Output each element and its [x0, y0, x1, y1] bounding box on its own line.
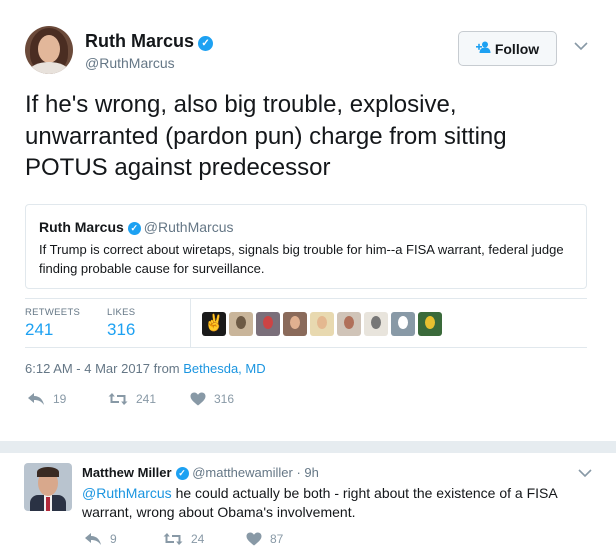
reply-mention-link[interactable]: @RuthMarcus [82, 485, 172, 501]
retweets-value: 241 [25, 320, 54, 339]
reply-tweet[interactable]: Matthew Miller ✓ @matthewamiller · 9h @Ru… [0, 453, 616, 560]
reply-count: 19 [53, 392, 67, 406]
main-tweet: Ruth Marcus ✓ @RuthMarcus Follow If he's … [0, 0, 616, 441]
verified-badge-icon: ✓ [198, 36, 214, 51]
heart-icon [190, 392, 206, 406]
reply-time[interactable]: 9h [304, 465, 318, 480]
reply-tweet-like-count: 87 [270, 532, 284, 546]
reply-author-handle[interactable]: @matthewamiller [192, 465, 293, 480]
tweet-timestamp: 6:12 AM - 4 Mar 2017 from Bethesda, MD [25, 361, 266, 376]
follow-button[interactable]: Follow [458, 31, 557, 66]
woman-avatar-1[interactable] [283, 312, 307, 336]
timestamp-text[interactable]: 6:12 AM - 4 Mar 2017 from [25, 361, 180, 376]
retweets-stat[interactable]: RETWEETS 241 [25, 307, 80, 340]
default-egg-avatar[interactable] [391, 312, 415, 336]
likes-label: LIKES [107, 307, 136, 318]
reply-tweet-retweet-count: 24 [191, 532, 205, 546]
verified-badge-icon: ✓ [175, 467, 189, 480]
stats-divider [190, 299, 191, 347]
cat-avatar[interactable] [229, 312, 253, 336]
verified-badge-icon: ✓ [127, 222, 141, 235]
timeline-separator [0, 441, 616, 453]
author-handle[interactable]: @RuthMarcus [85, 55, 175, 71]
woman-avatar-3[interactable] [337, 312, 361, 336]
retweets-label: RETWEETS [25, 307, 81, 318]
location-link[interactable]: Bethesda, MD [183, 361, 265, 376]
retweet-icon [163, 532, 183, 546]
quoted-author-name: Ruth Marcus [39, 219, 124, 235]
chevron-down-icon[interactable] [578, 465, 592, 481]
retweet-icon [108, 392, 128, 406]
follow-button-label: Follow [494, 40, 540, 57]
likes-value: 316 [107, 320, 136, 339]
like-count: 316 [214, 392, 235, 406]
reply-action[interactable]: 19 [27, 392, 66, 406]
reply-dot-separator: · [296, 465, 301, 480]
likes-stat[interactable]: LIKES 316 [107, 307, 135, 340]
reply-text: @RuthMarcus he could actually be both - … [82, 484, 582, 521]
author-avatar[interactable] [25, 26, 73, 74]
reply-author-avatar[interactable] [24, 463, 72, 511]
woman-avatar-2[interactable] [310, 312, 334, 336]
reply-tweet-like-action[interactable]: 87 [246, 532, 283, 546]
chevron-down-icon[interactable] [574, 38, 588, 54]
quoted-author-row: Ruth Marcus ✓ @RuthMarcus [39, 219, 233, 235]
retweet-action[interactable]: 241 [108, 392, 156, 406]
reply-icon [84, 532, 102, 546]
heart-icon [246, 532, 262, 546]
peace-hand-avatar[interactable]: ✌ [202, 312, 226, 336]
retweet-count: 241 [136, 392, 157, 406]
reply-tweet-retweet-action[interactable]: 24 [163, 532, 204, 546]
reply-author-name[interactable]: Matthew Miller [82, 465, 172, 480]
reply-tweet-reply-action[interactable]: 9 [84, 532, 117, 546]
text-card-avatar[interactable] [364, 312, 388, 336]
likers-avatars: ✌ [202, 312, 442, 336]
reply-icon [27, 392, 45, 406]
tweet-text: If he's wrong, also big trouble, explosi… [25, 91, 507, 181]
like-action[interactable]: 316 [190, 392, 234, 406]
comic-avatar[interactable] [418, 312, 442, 336]
group-avatar[interactable] [256, 312, 280, 336]
author-name[interactable]: Ruth Marcus [85, 31, 194, 51]
quoted-author-handle: @RuthMarcus [143, 219, 234, 235]
quoted-tweet-text: If Trump is correct about wiretaps, sign… [39, 242, 564, 276]
reply-tweet-reply-count: 9 [110, 532, 117, 546]
author-name-row[interactable]: Ruth Marcus ✓ [85, 31, 214, 52]
add-user-icon [475, 41, 491, 56]
reply-header: Matthew Miller ✓ @matthewamiller · 9h [82, 465, 319, 480]
reply-author-name-row[interactable]: Matthew Miller ✓ [82, 465, 189, 480]
stats-bar: RETWEETS 241 LIKES 316 ✌ [25, 298, 587, 348]
quoted-tweet[interactable]: Ruth Marcus ✓ @RuthMarcus If Trump is corr… [25, 204, 587, 289]
